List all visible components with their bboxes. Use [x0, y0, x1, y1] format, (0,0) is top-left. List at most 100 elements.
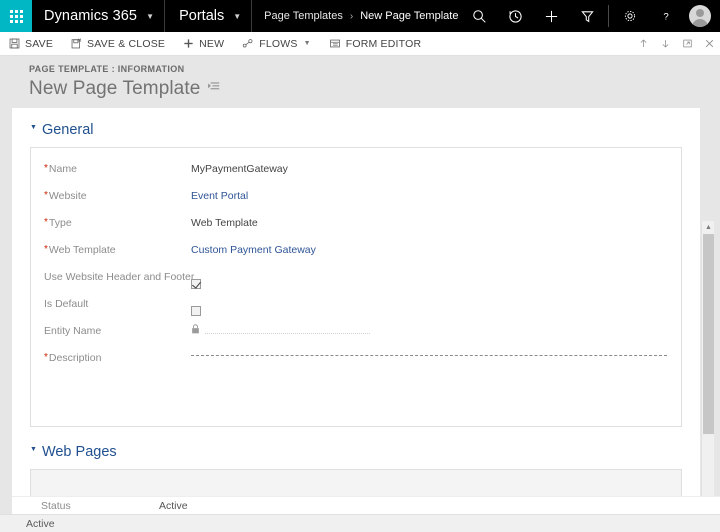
form-vertical-scrollbar[interactable]: ▲ ▼	[701, 221, 714, 532]
form-editor-button[interactable]: FORM EDITOR	[320, 32, 431, 56]
save-and-close-button[interactable]: SAVE & CLOSE	[62, 32, 174, 56]
form-editor-icon	[329, 38, 341, 49]
close-icon[interactable]	[698, 32, 720, 56]
topbar-icon-group: ?	[461, 0, 720, 32]
command-bar: SAVE SAVE & CLOSE NEW FLOWS ▼ FORM EDITO…	[0, 32, 720, 56]
save-close-icon	[71, 38, 82, 49]
app-name-label: Dynamics 365	[44, 8, 138, 24]
description-filler	[31, 384, 681, 426]
save-button-label: SAVE	[25, 37, 54, 50]
required-marker-icon: *	[44, 217, 48, 228]
page-title-row: New Page Template	[29, 78, 720, 100]
scrollbar-thumb[interactable]	[703, 234, 714, 434]
general-field-group: * Name MyPaymentGateway * Website Event …	[30, 147, 682, 427]
user-avatar[interactable]	[689, 5, 711, 27]
plus-icon	[183, 38, 194, 49]
field-value-web-template-lookup[interactable]: Custom Payment Gateway	[191, 236, 681, 256]
breadcrumb-separator-icon: ›	[349, 10, 354, 22]
field-label-type-text: Type	[48, 217, 72, 229]
svg-text:?: ?	[663, 12, 668, 23]
breadcrumb: Page Templates › New Page Template	[252, 0, 458, 32]
field-row-type: * Type Web Template	[31, 209, 681, 236]
gear-icon[interactable]	[612, 0, 648, 32]
field-label-website: * Website	[44, 182, 191, 202]
top-navigation-bar: Dynamics 365 ▼ Portals ▼ Page Templates …	[0, 0, 720, 32]
arrow-down-icon[interactable]	[654, 32, 676, 56]
field-value-description[interactable]	[191, 344, 681, 356]
required-marker-icon: *	[44, 352, 48, 363]
form-body: ▼ General * Name MyPaymentGateway * Webs…	[0, 108, 720, 532]
new-button[interactable]: NEW	[174, 32, 233, 56]
triangle-collapse-icon: ▼	[30, 123, 37, 131]
field-value-name[interactable]: MyPaymentGateway	[191, 155, 681, 175]
page-title: New Page Template	[29, 78, 201, 99]
arrow-up-icon[interactable]	[632, 32, 654, 56]
field-label-entity-name-text: Entity Name	[44, 325, 102, 337]
field-value-website-lookup[interactable]: Event Portal	[191, 182, 681, 202]
breadcrumb-current: New Page Template	[360, 10, 459, 22]
field-label-description: * Description	[44, 344, 191, 364]
field-value-use-website-header-footer	[191, 263, 681, 292]
flows-button[interactable]: FLOWS ▼	[233, 32, 319, 56]
save-button[interactable]: SAVE	[0, 32, 62, 56]
required-marker-icon: *	[44, 190, 48, 201]
search-icon[interactable]	[461, 0, 497, 32]
subgrid-toolbar	[31, 470, 681, 497]
form-editor-button-label: FORM EDITOR	[345, 37, 422, 50]
field-label-is-default: Is Default	[44, 290, 191, 310]
chevron-down-icon: ▼	[233, 11, 242, 21]
required-marker-icon: *	[44, 244, 48, 255]
topbar-divider	[608, 5, 609, 27]
breadcrumb-parent-link[interactable]: Page Templates	[264, 10, 343, 22]
checkbox-is-default[interactable]	[191, 306, 201, 316]
app-name-menu[interactable]: Dynamics 365 ▼	[32, 0, 166, 32]
field-row-description: * Description	[31, 344, 681, 384]
field-label-website-text: Website	[48, 190, 87, 202]
flows-icon	[242, 38, 254, 49]
chevron-down-icon: ▼	[303, 40, 311, 47]
field-label-use-website-header-footer-text: Use Website Header and Footer	[44, 271, 195, 283]
webpages-section-header[interactable]: ▼ Web Pages	[12, 444, 700, 460]
general-section-title: General	[41, 122, 94, 138]
recent-history-icon[interactable]	[497, 0, 533, 32]
form-left-rail	[0, 108, 12, 532]
webpages-section-title: Web Pages	[41, 444, 117, 460]
area-name-menu[interactable]: Portals ▼	[165, 0, 253, 32]
filter-icon[interactable]	[569, 0, 605, 32]
field-row-entity-name: Entity Name	[31, 317, 681, 344]
save-icon	[9, 38, 20, 49]
footer-status-value[interactable]: Active	[159, 500, 188, 512]
field-label-web-template-text: Web Template	[48, 244, 116, 256]
status-bar-text: Active	[26, 517, 55, 530]
form-selector-icon[interactable]	[208, 81, 221, 92]
pop-out-icon[interactable]	[676, 32, 698, 56]
checkbox-use-website-header-footer[interactable]	[191, 279, 201, 289]
form-canvas: ▼ General * Name MyPaymentGateway * Webs…	[12, 108, 700, 532]
waffle-grid	[9, 9, 23, 23]
page-header: PAGE TEMPLATE : INFORMATION New Page Tem…	[0, 56, 720, 108]
new-button-label: NEW	[199, 37, 225, 50]
field-label-name: * Name	[44, 155, 191, 175]
field-value-type[interactable]: Web Template	[191, 209, 681, 229]
flows-button-label: FLOWS	[259, 37, 298, 50]
triangle-collapse-icon: ▼	[30, 445, 37, 453]
field-row-is-default: Is Default	[31, 290, 681, 317]
footer-status-field: Status Active	[12, 496, 720, 514]
area-name-label: Portals	[179, 8, 225, 24]
field-label-web-template: * Web Template	[44, 236, 191, 256]
quick-create-icon[interactable]	[533, 0, 569, 32]
help-icon[interactable]: ?	[648, 0, 684, 32]
field-row-name: * Name MyPaymentGateway	[31, 155, 681, 182]
general-section-header[interactable]: ▼ General	[12, 122, 700, 138]
field-row-website: * Website Event Portal	[31, 182, 681, 209]
field-row-web-template: * Web Template Custom Payment Gateway	[31, 236, 681, 263]
field-label-use-website-header-footer: Use Website Header and Footer	[44, 263, 195, 283]
field-label-is-default-text: Is Default	[44, 298, 89, 310]
status-bar: Active	[0, 514, 720, 532]
entity-name-readonly-line	[205, 332, 370, 334]
scroll-up-arrow-icon[interactable]: ▲	[702, 221, 715, 233]
field-value-entity-name	[191, 317, 681, 334]
record-type-breadcrumb: PAGE TEMPLATE : INFORMATION	[29, 64, 185, 74]
field-value-is-default	[191, 290, 681, 319]
app-launcher-icon[interactable]	[0, 0, 32, 32]
